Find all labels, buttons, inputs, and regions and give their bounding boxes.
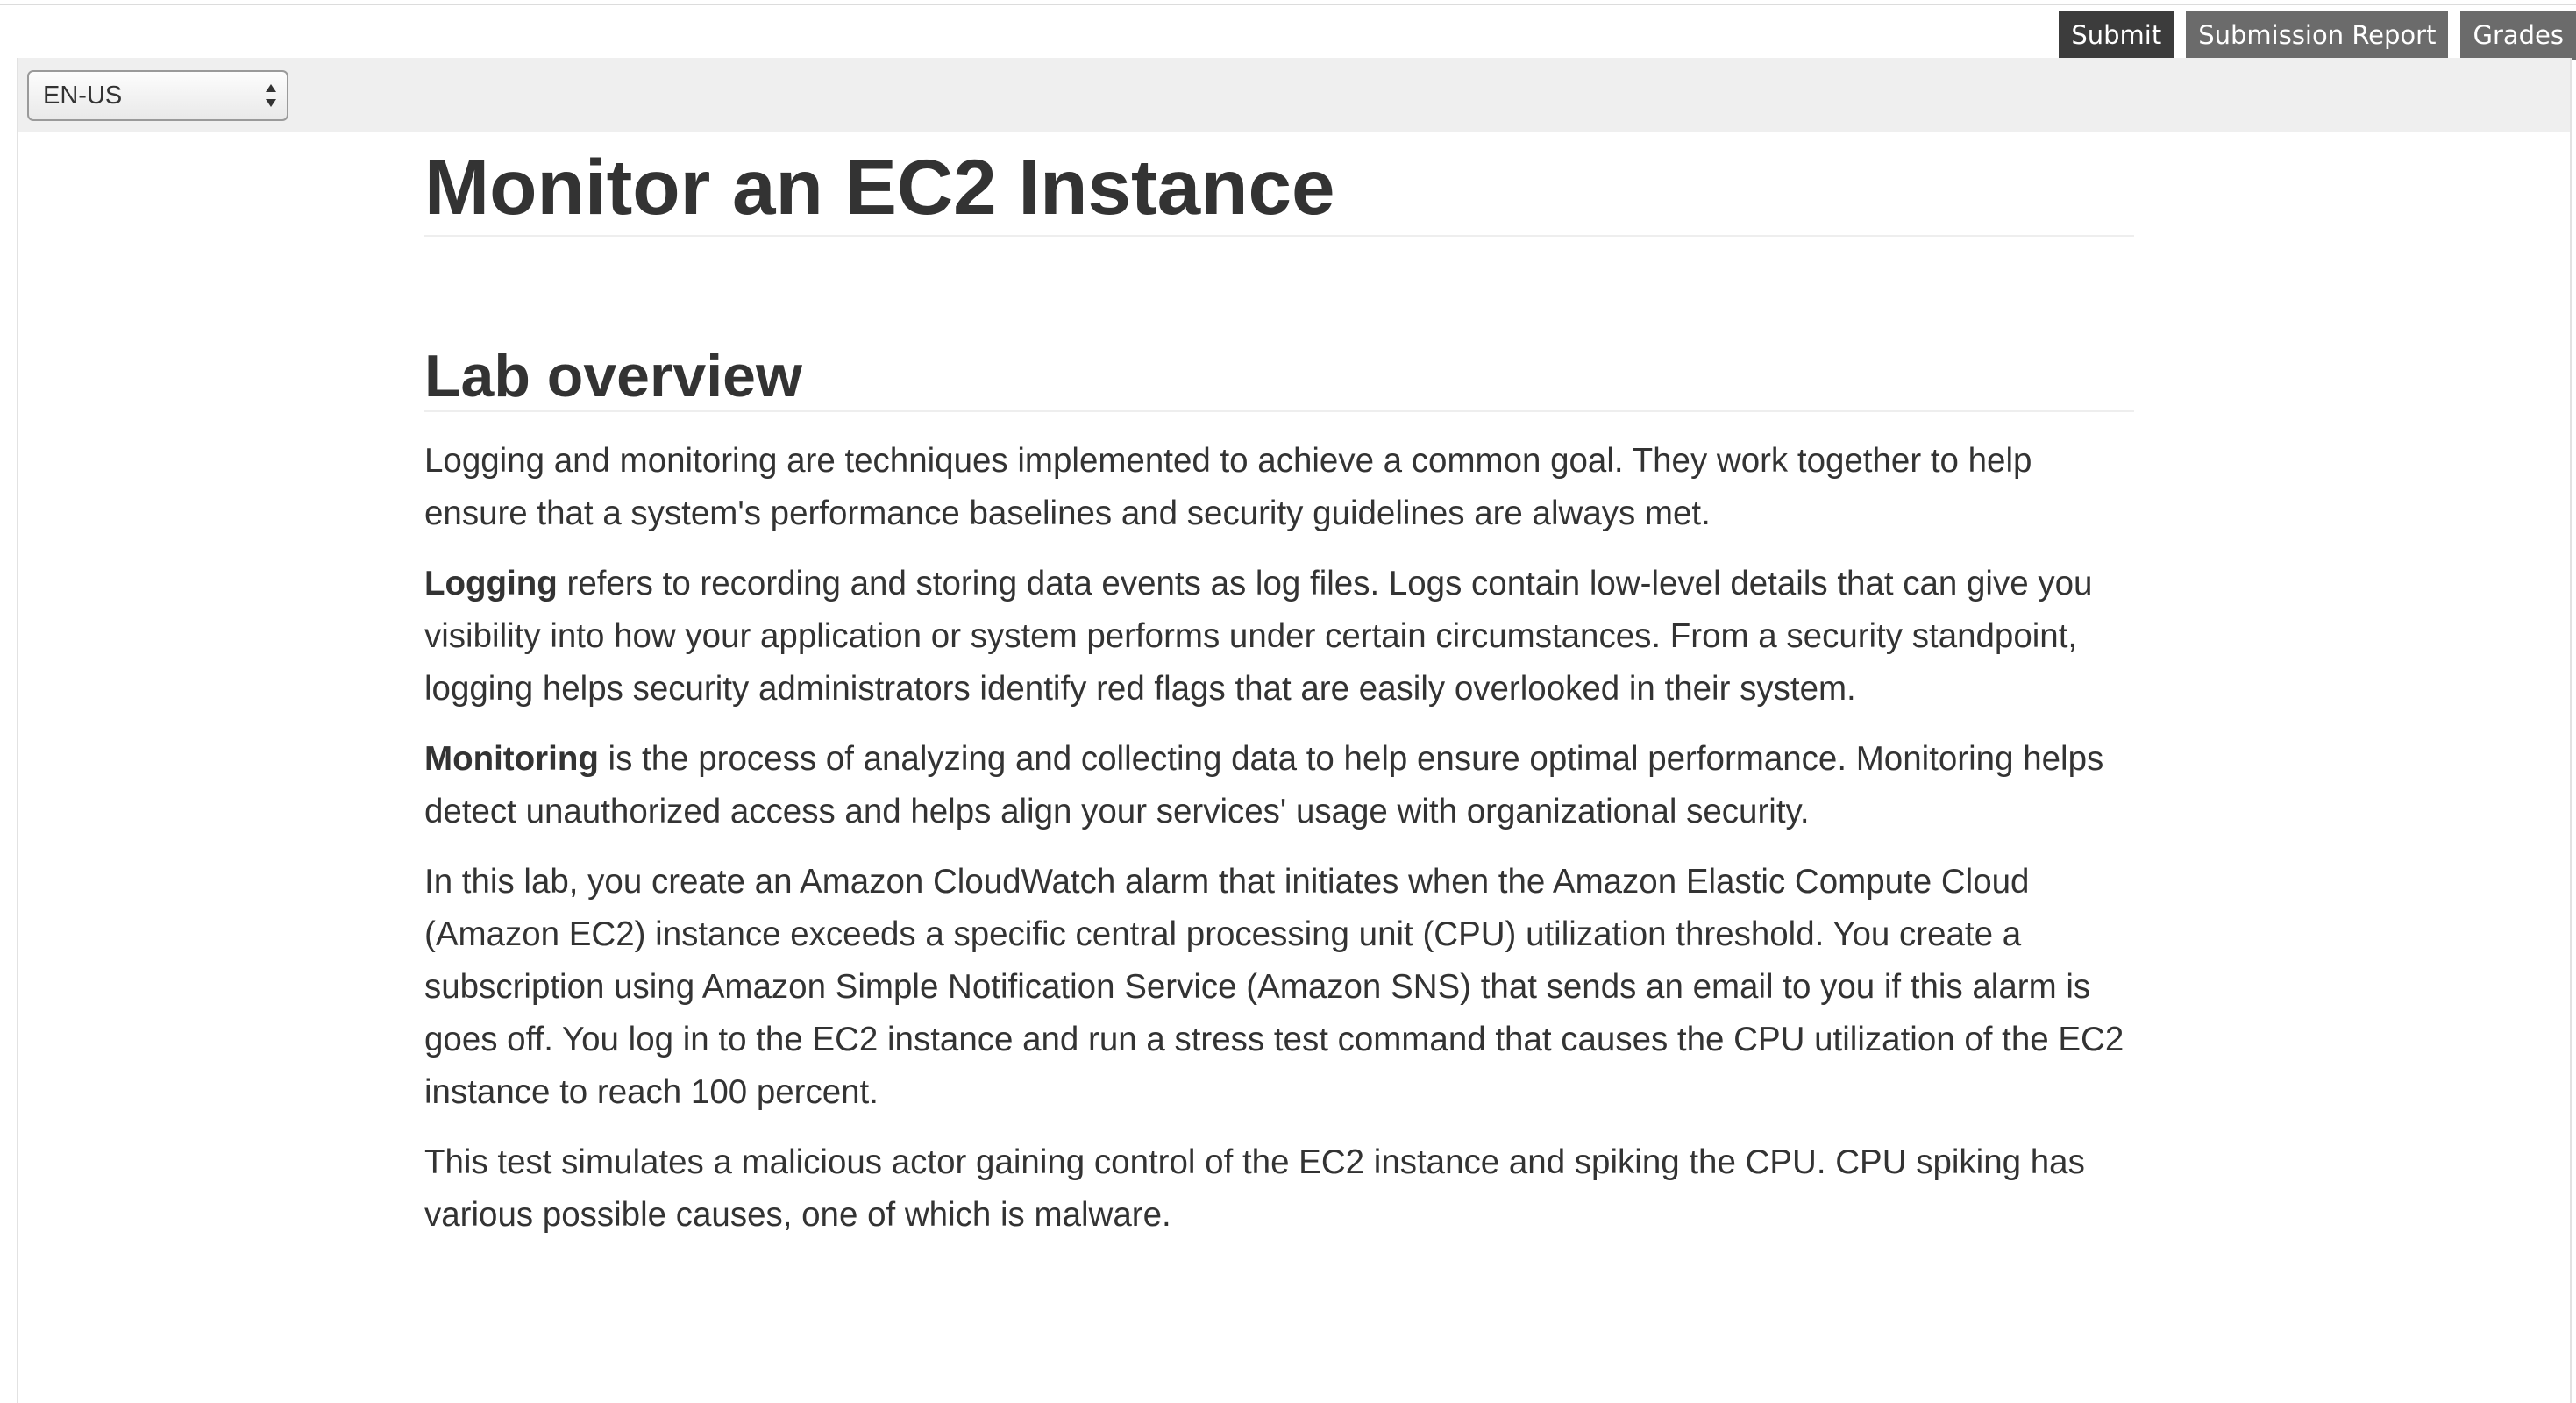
top-divider <box>0 4 2576 5</box>
term-logging: Logging <box>424 565 558 602</box>
page-title: Monitor an EC2 Instance <box>424 139 2134 237</box>
select-arrows-icon <box>266 84 276 107</box>
section-heading-lab-overview: Lab overview <box>424 342 2134 412</box>
lab-instructions: Monitor an EC2 Instance Lab overview Log… <box>424 139 2134 1242</box>
header-actions: Submit Submission Report Grades <box>2059 11 2576 60</box>
submission-report-button[interactable]: Submission Report <box>2186 11 2449 60</box>
overview-paragraph-logging: Logging refers to recording and storing … <box>424 558 2134 716</box>
monitoring-definition: is the process of analyzing and collecti… <box>424 740 2104 830</box>
submit-button[interactable]: Submit <box>2059 11 2174 60</box>
grades-button[interactable]: Grades <box>2460 11 2576 60</box>
language-select[interactable]: EN-US <box>27 70 288 121</box>
overview-paragraph-monitoring: Monitoring is the process of analyzing a… <box>424 733 2134 838</box>
language-select-value: EN-US <box>43 82 123 110</box>
term-monitoring: Monitoring <box>424 740 599 778</box>
logging-definition: refers to recording and storing data eve… <box>424 565 2093 708</box>
overview-paragraph-1: Logging and monitoring are techniques im… <box>424 442 2032 532</box>
language-toolbar: EN-US <box>18 58 2570 132</box>
overview-paragraph-4: In this lab, you create an Amazon CloudW… <box>424 863 2124 1111</box>
overview-paragraph-5: This test simulates a malicious actor ga… <box>424 1143 2085 1234</box>
